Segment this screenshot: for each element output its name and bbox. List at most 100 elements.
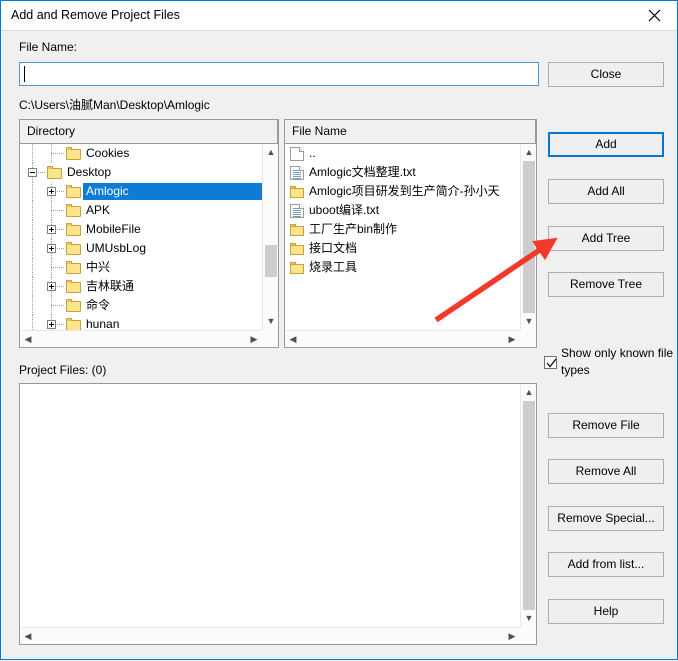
tree-guide-line [32, 315, 33, 330]
folder-icon [66, 185, 81, 198]
scroll-down-icon[interactable]: ▼ [521, 610, 536, 627]
expand-icon[interactable] [47, 282, 56, 291]
directory-tree-item-label: APK [86, 203, 111, 217]
directory-tree-item[interactable]: 中兴 [20, 258, 262, 277]
remove-file-button[interactable]: Remove File [548, 413, 664, 438]
scroll-right-icon[interactable]: ▶ [504, 628, 520, 644]
current-path-label: C:\Users\油腻Man\Desktop\Amlogic [19, 98, 210, 112]
directory-tree-item[interactable]: Amlogic [20, 182, 262, 201]
close-button[interactable]: Close [548, 62, 664, 87]
file-list-item-label: .. [309, 146, 316, 160]
directory-vertical-scrollbar[interactable]: ▲ ▼ [262, 144, 278, 330]
scroll-up-icon[interactable]: ▲ [521, 384, 536, 401]
file-list-item[interactable]: uboot编译.txt [285, 201, 520, 220]
project-files-vertical-scrollbar[interactable]: ▲ ▼ [520, 384, 536, 627]
scroll-left-icon[interactable]: ◀ [20, 628, 36, 644]
expand-icon[interactable] [47, 187, 56, 196]
file-list-item[interactable]: Amlogic项目研发到生产简介-孙小天 [285, 182, 520, 201]
scrollbar-corner [520, 627, 536, 644]
collapse-icon[interactable] [28, 168, 37, 177]
project-files-list[interactable] [20, 384, 520, 627]
scrollbar-thumb[interactable] [523, 161, 535, 313]
folder-icon [66, 242, 81, 255]
tree-guide-line [32, 258, 33, 277]
tree-guide-line [32, 201, 33, 220]
tree-guide-line [32, 296, 33, 315]
project-files-horizontal-scrollbar[interactable]: ◀ ▶ [20, 627, 520, 644]
folder-icon [66, 204, 81, 217]
directory-tree-item[interactable]: hunan [20, 315, 262, 330]
scrollbar-thumb[interactable] [265, 245, 277, 277]
directory-panel-body: Cookies Desktop Amlogic APK MobileFile UMUsbL… [20, 144, 278, 347]
directory-tree-item[interactable]: Desktop [20, 163, 262, 182]
directory-tree[interactable]: Cookies Desktop Amlogic APK MobileFile UMUsbL… [20, 144, 262, 330]
folder-icon [47, 166, 62, 179]
expand-icon[interactable] [47, 320, 56, 329]
scrollbar-thumb[interactable] [523, 401, 535, 610]
directory-tree-item[interactable]: 命令 [20, 296, 262, 315]
file-list-vertical-scrollbar[interactable]: ▲ ▼ [520, 144, 536, 330]
tree-guide-line [51, 267, 65, 268]
check-icon [546, 358, 557, 368]
scroll-right-icon[interactable]: ▶ [504, 331, 520, 347]
project-files-body: ▲ ▼ ◀ ▶ [20, 384, 536, 644]
directory-tree-item[interactable]: MobileFile [20, 220, 262, 239]
directory-tree-item[interactable]: UMUsbLog [20, 239, 262, 258]
file-list-item[interactable]: Amlogic文档整理.txt [285, 163, 520, 182]
scroll-down-icon[interactable]: ▼ [521, 313, 536, 330]
file-list-item[interactable]: 烧录工具 [285, 258, 520, 277]
remove-tree-button[interactable]: Remove Tree [548, 272, 664, 297]
scroll-left-icon[interactable]: ◀ [285, 331, 301, 347]
remove-special-button[interactable]: Remove Special... [548, 506, 664, 531]
directory-tree-item-label: Desktop [67, 165, 112, 179]
scroll-down-icon[interactable]: ▼ [263, 313, 278, 330]
text-caret [24, 66, 25, 82]
scroll-right-icon[interactable]: ▶ [246, 331, 262, 347]
file-list-item-label: Amlogic项目研发到生产简介-孙小天 [309, 184, 500, 198]
file-list-item[interactable]: 工厂生产bin制作 [285, 220, 520, 239]
add-remove-project-files-dialog: Add and Remove Project Files File Name: … [0, 0, 678, 660]
scroll-up-icon[interactable]: ▲ [263, 144, 278, 161]
checkbox-label: Show only known file types [561, 346, 674, 377]
help-button[interactable]: Help [548, 599, 664, 624]
directory-horizontal-scrollbar[interactable]: ◀ ▶ [20, 330, 262, 347]
file-list-item[interactable]: 接口文档 [285, 239, 520, 258]
add-button[interactable]: Add [548, 132, 664, 157]
tree-guide-line [51, 153, 65, 154]
file-list[interactable]: .. Amlogic文档整理.txt Amlogic项目研发到生产简介-孙小天 ubo… [285, 144, 520, 330]
scroll-left-icon[interactable]: ◀ [20, 331, 36, 347]
close-icon[interactable] [632, 1, 677, 29]
folder-icon [290, 242, 304, 256]
file-list-item-label: Amlogic文档整理.txt [309, 165, 416, 179]
project-files-label: Project Files: (0) [19, 363, 107, 377]
directory-tree-item[interactable]: Cookies [20, 144, 262, 163]
file-name-input[interactable] [19, 62, 539, 86]
expand-icon[interactable] [47, 244, 56, 253]
add-from-list-button[interactable]: Add from list... [548, 552, 664, 577]
scroll-up-icon[interactable]: ▲ [521, 144, 536, 161]
file-list-item[interactable]: .. [285, 144, 520, 163]
file-list-item-label: uboot编译.txt [309, 203, 380, 217]
directory-tree-item[interactable]: 吉林联通 [20, 277, 262, 296]
folder-icon [66, 223, 81, 236]
directory-tree-item[interactable]: APK [20, 201, 262, 220]
tree-guide-line [51, 210, 65, 211]
add-tree-button[interactable]: Add Tree [548, 226, 664, 251]
folder-icon [66, 280, 81, 293]
folder-icon [290, 223, 304, 237]
scrollbar-corner [262, 330, 278, 347]
expand-icon[interactable] [47, 225, 56, 234]
tree-guide-line [51, 305, 65, 306]
folder-icon [66, 147, 81, 160]
add-all-button[interactable]: Add All [548, 179, 664, 204]
remove-all-button[interactable]: Remove All [548, 459, 664, 484]
directory-tree-item-label: Cookies [86, 146, 130, 160]
folder-icon [66, 318, 81, 330]
scrollbar-corner [520, 330, 536, 347]
file-list-horizontal-scrollbar[interactable]: ◀ ▶ [285, 330, 520, 347]
directory-panel-header: Directory [20, 120, 278, 144]
file-name-panel: File Name .. Amlogic文档整理.txt Amlogic项目研发到生… [284, 119, 537, 348]
directory-tree-item-label: 吉林联通 [86, 279, 135, 293]
tree-guide-line [32, 182, 33, 201]
checkbox-box[interactable] [544, 356, 557, 369]
